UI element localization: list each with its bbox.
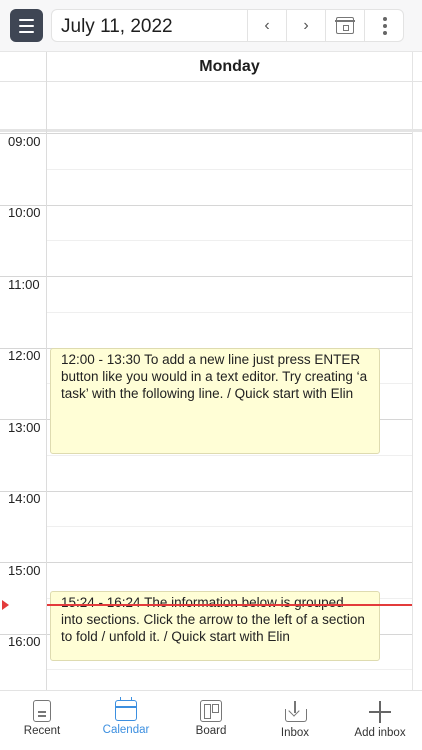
grid-right-border: [412, 52, 413, 690]
nav-label: Board: [195, 725, 227, 737]
hour-label: 12:00: [8, 348, 41, 363]
hour-label: 10:00: [8, 205, 41, 220]
hour-label: 15:00: [8, 563, 41, 578]
calendar-icon: [115, 697, 137, 721]
bottom-nav: Recent Calendar Board Inbox Add inbox: [0, 690, 422, 750]
top-bar: July 11, 2022 ‹ ›: [0, 0, 422, 52]
nav-label: Recent: [23, 725, 61, 737]
half-hour-line: [47, 526, 412, 527]
hour-label: 14:00: [8, 491, 41, 506]
nav-board[interactable]: Board: [169, 691, 253, 750]
half-hour-line: [47, 455, 412, 456]
hour-line: [0, 562, 412, 563]
today-button[interactable]: [325, 10, 364, 41]
hour-line: [0, 205, 412, 206]
nav-label: Add inbox: [354, 727, 406, 739]
current-time-line: [47, 604, 412, 606]
nav-add-inbox[interactable]: Add inbox: [338, 691, 422, 750]
hour-line: [0, 276, 412, 277]
half-hour-line: [47, 312, 412, 313]
menu-icon[interactable]: [10, 9, 43, 42]
board-icon: [200, 700, 222, 722]
nav-label: Inbox: [280, 727, 310, 739]
half-hour-line: [47, 240, 412, 241]
time-column-divider: [46, 52, 47, 690]
all-day-area[interactable]: [0, 82, 422, 132]
chevron-right-icon[interactable]: ›: [286, 10, 325, 41]
nav-inbox[interactable]: Inbox: [253, 691, 337, 750]
nav-recent[interactable]: Recent: [0, 691, 84, 750]
hour-label: 16:00: [8, 634, 41, 649]
event-card[interactable]: 12:00 - 13:30 To add a new line just pre…: [50, 348, 380, 454]
inbox-icon: [284, 700, 307, 724]
half-hour-line: [47, 669, 412, 670]
chevron-left-icon[interactable]: ‹: [247, 10, 286, 41]
half-hour-line: [47, 169, 412, 170]
nav-calendar[interactable]: Calendar: [84, 691, 168, 750]
event-card[interactable]: 15:24 - 16:24 The information below is g…: [50, 591, 380, 661]
plus-icon: [368, 700, 392, 724]
time-grid[interactable]: 09:00 10:00 11:00 12:00 13:00 14:00 15:0…: [0, 133, 422, 690]
hour-line: [0, 133, 412, 134]
calendar-icon: [335, 17, 355, 34]
hour-label: 09:00: [8, 134, 41, 149]
more-vertical-icon[interactable]: [364, 10, 404, 41]
hour-label: 13:00: [8, 420, 41, 435]
nav-label: Calendar: [102, 724, 150, 736]
day-name: Monday: [199, 58, 260, 75]
document-icon: [33, 700, 51, 722]
date-navigator: July 11, 2022 ‹ ›: [51, 9, 404, 42]
hour-line: [0, 491, 412, 492]
current-date[interactable]: July 11, 2022: [61, 16, 173, 38]
hour-label: 11:00: [8, 277, 40, 292]
day-header: Monday: [0, 52, 422, 82]
current-time-marker: [2, 600, 9, 610]
